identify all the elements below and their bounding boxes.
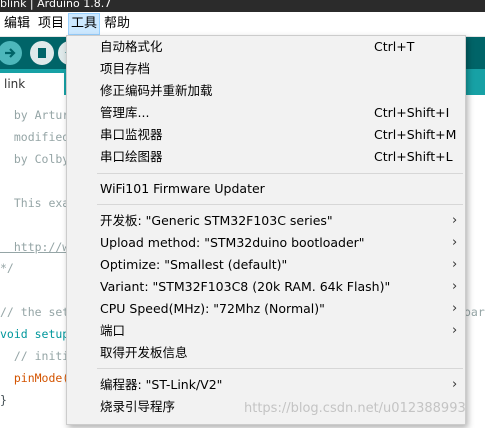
menu-item-label: Optimize: "Smallest (default)"	[100, 257, 288, 272]
menu-item-archive-sketch[interactable]: 项目存档	[67, 58, 465, 80]
menu-item-variant[interactable]: Variant: "STM32F103C8 (20k RAM. 64k Flas…	[67, 276, 465, 298]
menu-item-label: 串口绘图器	[100, 149, 163, 164]
upload-button[interactable]	[0, 41, 22, 65]
new-file-icon	[38, 48, 46, 58]
menu-item-manage-libraries[interactable]: 管理库... Ctrl+Shift+I	[67, 102, 465, 124]
menu-item-shortcut: Ctrl+Shift+I	[374, 105, 450, 120]
menu-item-label: 项目存档	[100, 61, 151, 76]
code-line: This exa	[0, 196, 70, 210]
code-line: }	[0, 393, 7, 407]
menu-separator	[97, 173, 463, 174]
window-title-bar: blink | Arduino 1.8.7	[0, 0, 485, 12]
menu-sketch[interactable]: 项目	[36, 14, 66, 34]
menu-item-port[interactable]: 端口 ›	[67, 320, 465, 342]
chevron-right-icon: ›	[452, 235, 458, 250]
code-overflow-text: oar	[464, 305, 485, 319]
code-line: // the set	[0, 305, 70, 319]
code-line: modified	[0, 130, 70, 144]
menu-item-optimize[interactable]: Optimize: "Smallest (default)" ›	[67, 254, 465, 276]
menu-item-serial-plotter[interactable]: 串口绘图器 Ctrl+Shift+L	[67, 146, 465, 168]
chevron-right-icon: ›	[452, 257, 458, 272]
menu-item-label: Upload method: "STM32duino bootloader"	[100, 235, 365, 250]
menu-item-label: Variant: "STM32F103C8 (20k RAM. 64k Flas…	[100, 279, 391, 294]
menu-item-auto-format[interactable]: 自动格式化 Ctrl+T	[67, 36, 465, 58]
tab-blink[interactable]: link	[0, 73, 64, 95]
watermark: https://blog.csdn.net/u012388993	[244, 401, 466, 416]
new-sketch-button[interactable]	[30, 41, 54, 65]
menu-item-programmer[interactable]: 编程器: "ST-Link/V2" ›	[67, 374, 465, 396]
code-line: // initi	[0, 349, 70, 363]
menu-item-board-info[interactable]: 取得开发板信息	[67, 342, 465, 364]
chevron-right-icon: ›	[452, 323, 458, 338]
code-line: by Artur	[0, 108, 70, 122]
code-line: by Colby	[0, 152, 70, 166]
menu-edit[interactable]: 编辑	[2, 14, 32, 34]
menu-item-shortcut: Ctrl+Shift+M	[374, 127, 457, 142]
arrow-right-icon	[5, 48, 16, 58]
menu-item-label: CPU Speed(MHz): "72Mhz (Normal)"	[100, 301, 325, 316]
menu-bar: 编辑 项目 工具 帮助	[0, 12, 485, 37]
menu-separator	[97, 204, 463, 205]
menu-item-wifi-updater[interactable]: WiFi101 Firmware Updater	[67, 178, 465, 200]
menu-item-label: 修正编码并重新加载	[100, 83, 213, 98]
menu-item-label: 取得开发板信息	[100, 345, 188, 360]
chevron-right-icon: ›	[452, 301, 458, 316]
code-line: */	[0, 261, 14, 275]
menu-item-label: 串口监视器	[100, 127, 163, 142]
tools-dropdown-menu: 自动格式化 Ctrl+T 项目存档 修正编码并重新加载 管理库... Ctrl+…	[66, 35, 466, 425]
menu-item-fix-encoding[interactable]: 修正编码并重新加载	[67, 80, 465, 102]
menu-item-upload-method[interactable]: Upload method: "STM32duino bootloader" ›	[67, 232, 465, 254]
menu-item-label: WiFi101 Firmware Updater	[100, 181, 265, 196]
menu-item-shortcut: Ctrl+Shift+L	[374, 149, 453, 164]
menu-item-label: 自动格式化	[100, 39, 163, 54]
menu-item-cpu-speed[interactable]: CPU Speed(MHz): "72Mhz (Normal)" ›	[67, 298, 465, 320]
menu-item-shortcut: Ctrl+T	[374, 39, 415, 54]
chevron-right-icon: ›	[452, 377, 458, 392]
menu-item-serial-monitor[interactable]: 串口监视器 Ctrl+Shift+M	[67, 124, 465, 146]
chevron-right-icon: ›	[452, 279, 458, 294]
menu-item-label: 管理库...	[100, 105, 150, 120]
code-line: pinMode(	[0, 371, 70, 385]
menu-item-label: 开发板: "Generic STM32F103C series"	[100, 213, 333, 228]
menu-item-label: 烧录引导程序	[100, 399, 176, 414]
window-title: blink | Arduino 1.8.7	[0, 0, 112, 10]
code-line: void setup	[0, 327, 70, 341]
menu-item-label: 端口	[100, 323, 126, 338]
menu-separator	[97, 368, 463, 369]
menu-tools[interactable]: 工具	[68, 13, 101, 35]
menu-item-label: 编程器: "ST-Link/V2"	[100, 377, 223, 392]
menu-item-board[interactable]: 开发板: "Generic STM32F103C series" ›	[67, 210, 465, 232]
menu-help[interactable]: 帮助	[102, 14, 132, 34]
chevron-right-icon: ›	[452, 213, 458, 228]
code-line: http://w	[0, 240, 70, 254]
